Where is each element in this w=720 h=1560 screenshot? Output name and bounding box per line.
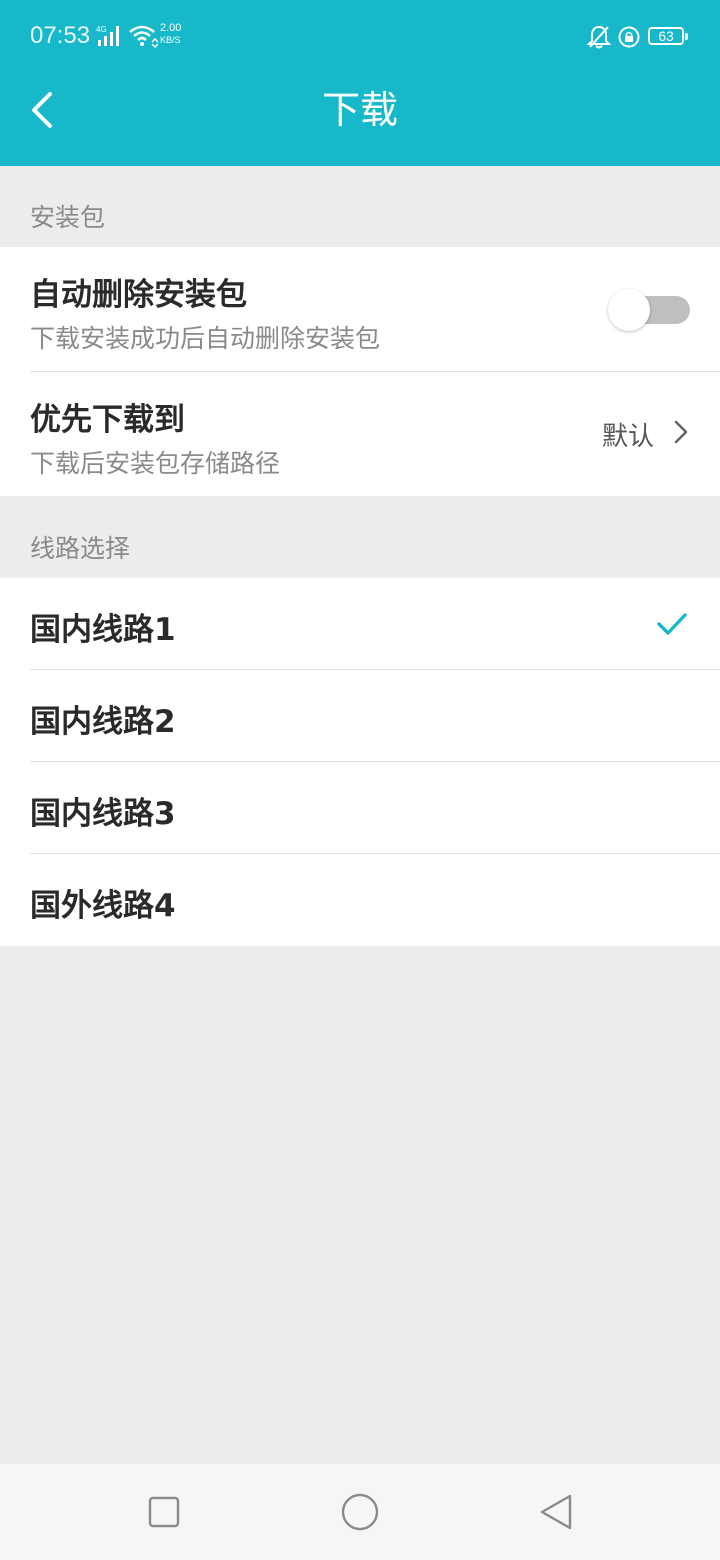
status-bar: 07:53 4G 2.00 KB/S 63: [0, 0, 720, 74]
download-location-value: 默认: [602, 422, 655, 452]
battery-cap: [685, 33, 688, 40]
route-option-2[interactable]: 国内线路2: [0, 670, 720, 761]
nav-back-button[interactable]: [528, 1484, 584, 1540]
auto-delete-toggle[interactable]: [608, 289, 690, 331]
section-header-route: 线路选择: [30, 534, 131, 563]
battery-icon: 63: [648, 27, 688, 45]
settings-card-package: 自动删除安装包 下载安装成功后自动删除安装包 优先下载到 下载后安装包存储路径 …: [0, 247, 720, 496]
setting-title: 优先下载到: [30, 402, 185, 438]
network-speed-unit: KB/S: [160, 35, 181, 45]
route-option-4[interactable]: 国外线路4: [0, 854, 720, 946]
bell-mute-icon: [586, 25, 612, 49]
check-icon: [657, 613, 687, 635]
section-header-package: 安装包: [30, 203, 106, 232]
chevron-left-icon: [32, 92, 52, 128]
route-option-1[interactable]: 国内线路1: [0, 578, 720, 669]
back-triangle-icon: [540, 1494, 572, 1530]
signal-icon: 4G: [96, 25, 119, 46]
toggle-knob: [608, 289, 650, 331]
page-title: 下载: [321, 88, 398, 132]
chevron-right-icon: [674, 420, 688, 444]
network-type: 4G: [96, 25, 107, 34]
network-speed-value: 2.00: [160, 22, 182, 34]
back-button[interactable]: [18, 84, 70, 136]
home-button[interactable]: [332, 1484, 388, 1540]
settings-card-route: 国内线路1 国内线路2 国内线路3 国外线路4: [0, 578, 720, 946]
recents-square-icon: [148, 1496, 180, 1528]
setting-download-location[interactable]: 优先下载到 下载后安装包存储路径 默认: [0, 372, 720, 496]
network-speed: 2.00 KB/S: [160, 22, 181, 46]
status-time: 07:53: [30, 22, 91, 49]
setting-subtitle: 下载后安装包存储路径: [30, 449, 281, 478]
home-circle-icon: [341, 1493, 379, 1531]
recents-button[interactable]: [136, 1484, 192, 1540]
setting-auto-delete[interactable]: 自动删除安装包 下载安装成功后自动删除安装包: [0, 247, 720, 371]
app-header: 07:53 4G 2.00 KB/S 63 下载: [0, 0, 720, 166]
route-label: 国内线路3: [30, 796, 176, 832]
rotation-lock-icon: [618, 26, 640, 48]
setting-title: 自动删除安装包: [30, 277, 247, 313]
route-label: 国内线路1: [30, 612, 176, 648]
setting-subtitle: 下载安装成功后自动删除安装包: [30, 324, 381, 353]
route-label: 国外线路4: [30, 888, 176, 924]
route-option-3[interactable]: 国内线路3: [0, 762, 720, 853]
system-nav-bar: [0, 1464, 720, 1560]
wifi-icon: [129, 25, 159, 48]
route-label: 国内线路2: [30, 704, 176, 740]
battery-level: 63: [658, 28, 674, 44]
